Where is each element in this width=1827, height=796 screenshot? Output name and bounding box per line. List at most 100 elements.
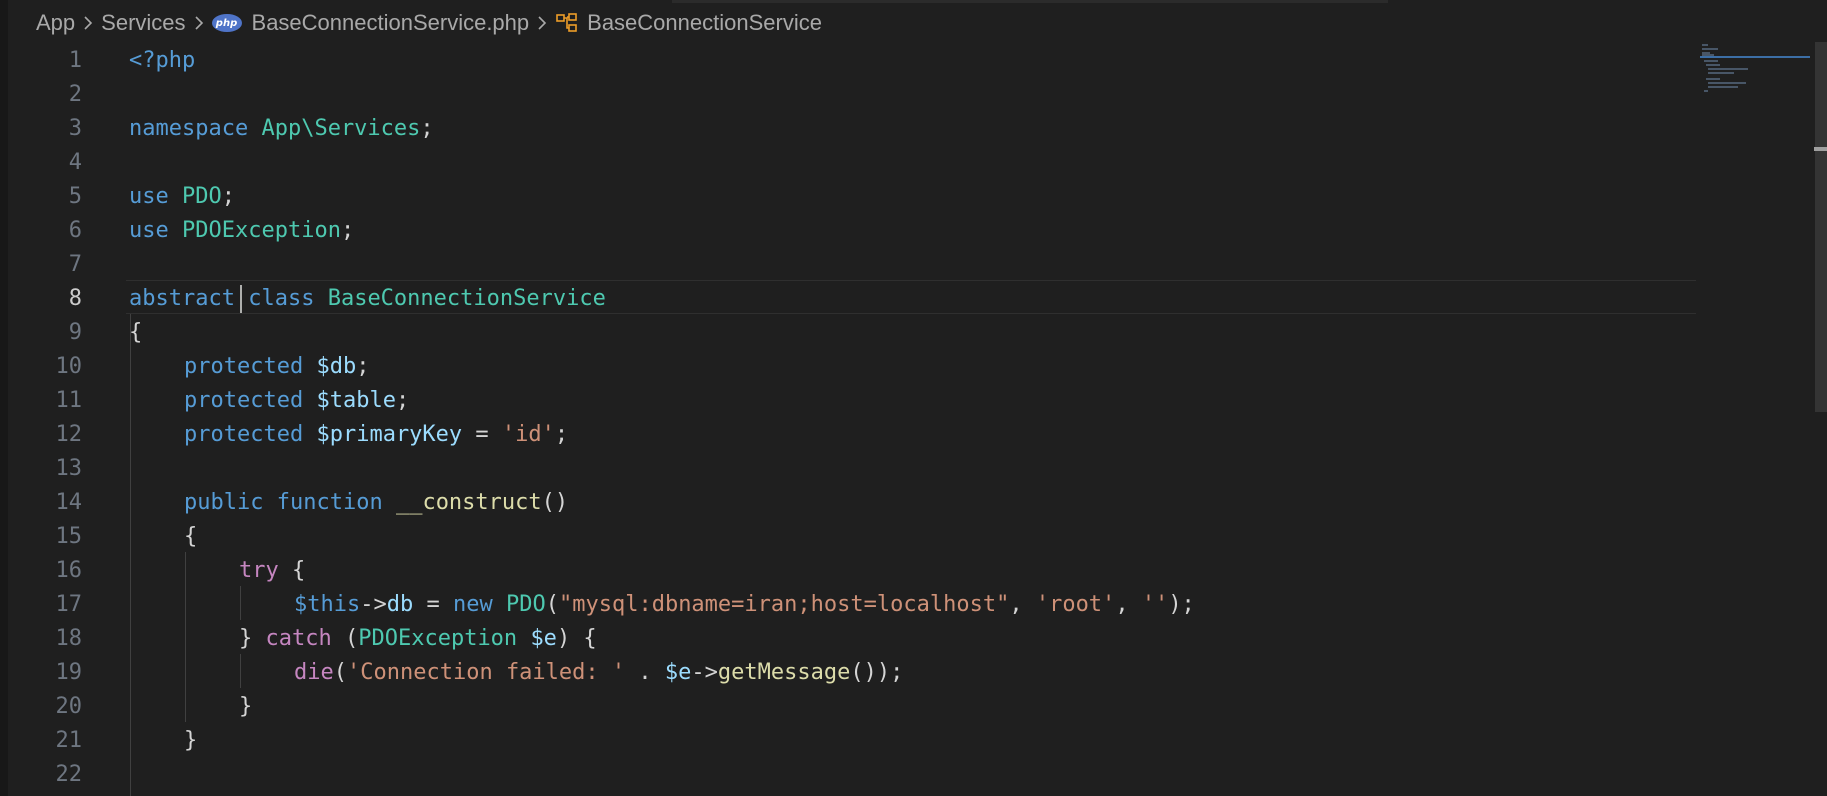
token-punct: ; bbox=[554, 422, 569, 447]
token-string: '' bbox=[1141, 592, 1169, 617]
breadcrumb-item-class[interactable]: BaseConnectionService bbox=[587, 10, 822, 36]
code-line: 2 bbox=[0, 78, 1700, 112]
line-number: 21 bbox=[55, 728, 83, 753]
code-line: 7 bbox=[0, 248, 1700, 282]
code-line: 18} catch (PDOException $e) { bbox=[0, 622, 1700, 656]
token-brace: } bbox=[239, 626, 266, 651]
minimap-active-line bbox=[1700, 56, 1810, 58]
token-keyword: public bbox=[184, 490, 264, 515]
token-brace: { bbox=[278, 558, 306, 583]
minimap-line bbox=[1708, 68, 1748, 70]
line-number: 5 bbox=[68, 184, 82, 209]
line-number: 10 bbox=[55, 354, 83, 379]
code-line: 14 public function __construct() bbox=[0, 486, 1700, 520]
token-keyword: protected bbox=[184, 388, 304, 413]
line-number: 14 bbox=[55, 490, 83, 515]
token-punct: ) { bbox=[556, 626, 597, 651]
token-operator: -> bbox=[691, 660, 718, 685]
minimap-line bbox=[1708, 82, 1746, 84]
line-number: 4 bbox=[68, 150, 82, 175]
code-line: 5 use PDO; bbox=[0, 180, 1700, 214]
token-string: 'Connection failed: ' bbox=[347, 660, 626, 685]
token-string: "mysql:dbname=iran;host=localhost" bbox=[558, 592, 1010, 617]
token-function: getMessage bbox=[717, 660, 851, 685]
token-operator: . bbox=[625, 660, 665, 685]
token-keyword: protected bbox=[184, 354, 304, 379]
token-punct: ; bbox=[395, 388, 410, 413]
token-control: catch bbox=[265, 626, 332, 651]
minimap-line bbox=[1704, 60, 1718, 62]
code-line: 13 bbox=[0, 452, 1700, 486]
text-cursor bbox=[240, 285, 242, 313]
token-operator: = bbox=[462, 422, 502, 447]
code-line: 22 bbox=[0, 758, 1700, 792]
token-function: die bbox=[294, 660, 334, 685]
code-line: 21} bbox=[0, 724, 1700, 758]
token-this: $this bbox=[294, 592, 361, 617]
code-editor[interactable]: 1 <?php 2 3 namespace App\Services; 4 5 use… bbox=[0, 42, 1700, 796]
vertical-scrollbar-thumb[interactable] bbox=[1815, 42, 1827, 412]
token-punct: () bbox=[541, 490, 569, 515]
line-number: 12 bbox=[55, 422, 83, 447]
line-number: 13 bbox=[55, 456, 83, 481]
breadcrumb-item-app[interactable]: App bbox=[36, 10, 75, 36]
token-keyword: use bbox=[129, 218, 169, 243]
minimap-line bbox=[1702, 44, 1708, 46]
line-number-active: 8 bbox=[68, 286, 82, 311]
token-class: PDO bbox=[505, 592, 546, 617]
token-keyword: new bbox=[452, 592, 493, 617]
token-keyword: class bbox=[248, 286, 315, 311]
token-punct: ; bbox=[356, 354, 370, 379]
line-number: 15 bbox=[55, 524, 83, 549]
line-number: 9 bbox=[68, 320, 82, 345]
line-number: 7 bbox=[68, 252, 82, 277]
code-line: 6 use PDOException; bbox=[0, 214, 1700, 248]
chevron-right-icon bbox=[186, 0, 212, 46]
token-punct: ( bbox=[331, 626, 359, 651]
token-variable: $e bbox=[664, 660, 692, 685]
line-number: 6 bbox=[68, 218, 82, 243]
token-operator: -> bbox=[360, 592, 387, 617]
token-string: 'root' bbox=[1035, 592, 1116, 617]
token-brace: { bbox=[184, 524, 198, 549]
token-keyword: use bbox=[129, 184, 169, 209]
code-line: 9{ bbox=[0, 316, 1700, 350]
token-brace: } bbox=[239, 694, 253, 719]
chevron-right-icon bbox=[529, 0, 555, 46]
token-property: db bbox=[386, 592, 414, 617]
token-punct: , bbox=[1115, 592, 1142, 617]
token-punct: ()); bbox=[850, 660, 904, 685]
breadcrumb-item-services[interactable]: Services bbox=[101, 10, 185, 36]
minimap-line bbox=[1706, 78, 1720, 80]
token-php-open: <?php bbox=[129, 48, 196, 73]
code-line: 3 namespace App\Services; bbox=[0, 112, 1700, 146]
code-line: 11 protected $table; bbox=[0, 384, 1700, 418]
token-class: PDOException bbox=[358, 626, 518, 651]
token-punct: ; bbox=[420, 116, 434, 141]
minimap[interactable] bbox=[1698, 42, 1808, 112]
class-symbol-icon bbox=[555, 12, 579, 34]
token-keyword: protected bbox=[184, 422, 304, 447]
code-line: 12 protected $primaryKey = 'id'; bbox=[0, 418, 1700, 452]
token-punct: ; bbox=[221, 184, 235, 209]
code-line: 10 protected $db; bbox=[0, 350, 1700, 384]
token-class: BaseConnectionService bbox=[327, 286, 606, 311]
minimap-line bbox=[1704, 90, 1708, 92]
breadcrumb-item-file[interactable]: BaseConnectionService.php bbox=[252, 10, 530, 36]
token-punct: ; bbox=[340, 218, 355, 243]
token-variable: $primaryKey bbox=[316, 422, 463, 447]
line-number: 16 bbox=[55, 558, 83, 583]
chevron-right-icon bbox=[75, 0, 101, 46]
code-line-active: 8 abstract class BaseConnectionService bbox=[0, 282, 1700, 316]
token-brace: } bbox=[184, 728, 198, 753]
code-line: 19 die('Connection failed: ' . $e->getMes… bbox=[0, 656, 1700, 690]
token-namespace: App\Services bbox=[261, 116, 421, 141]
